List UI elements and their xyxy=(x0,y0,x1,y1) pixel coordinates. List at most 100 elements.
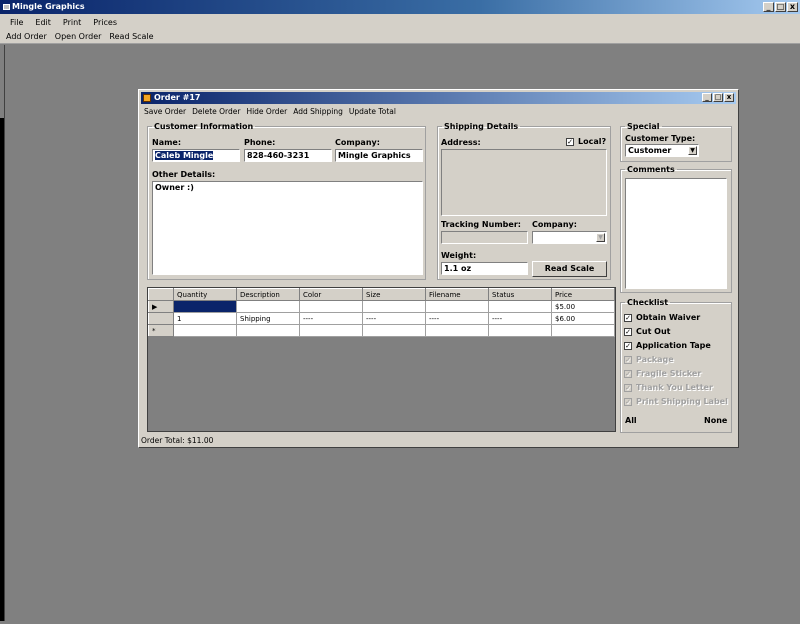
column-header[interactable]: Color xyxy=(299,288,363,301)
weight-field[interactable]: 1.1 oz xyxy=(441,262,528,275)
local-checkbox[interactable]: ✓ Local? xyxy=(566,137,606,146)
company-field[interactable]: Mingle Graphics xyxy=(335,149,423,162)
table-cell[interactable] xyxy=(488,300,552,313)
minimize-button[interactable]: _ xyxy=(763,2,774,12)
checkbox-box[interactable]: ✓ xyxy=(624,341,632,350)
check-none-link[interactable]: None xyxy=(704,416,727,425)
checklist-item-thank-you-letter: ✓ Thank You Letter xyxy=(624,383,713,392)
name-label: Name: xyxy=(152,138,182,147)
table-cell[interactable] xyxy=(236,300,300,313)
comments-legend: Comments xyxy=(627,165,675,174)
table-row[interactable]: ▶ $5.00 xyxy=(148,300,615,313)
table-row[interactable]: 1 Shipping ---- ---- ---- ---- $6.00 xyxy=(148,312,615,325)
customer-type-value: Customer xyxy=(628,146,672,155)
table-cell[interactable]: $5.00 xyxy=(551,300,615,313)
row-header[interactable] xyxy=(148,312,174,325)
checklist-item-fragile-sticker: ✓ Fragile Sticker xyxy=(624,369,701,378)
table-cell[interactable]: 1 xyxy=(173,312,237,325)
name-value: Caleb Mingle xyxy=(155,151,214,160)
app-title-bar[interactable]: Mingle Graphics _ □ x xyxy=(0,0,800,14)
table-cell[interactable] xyxy=(299,300,363,313)
tracking-number-field[interactable] xyxy=(441,231,528,244)
checklist-item-obtain-waiver[interactable]: ✓ Obtain Waiver xyxy=(624,313,700,322)
order-window-title: Order #17 xyxy=(154,93,201,102)
shipping-company-select[interactable]: ▼ xyxy=(532,231,607,244)
table-cell[interactable] xyxy=(299,324,363,337)
column-header[interactable]: Description xyxy=(236,288,300,301)
read-scale-toolbar-button[interactable]: Read Scale xyxy=(105,32,157,41)
checkbox-box[interactable]: ✓ xyxy=(624,313,632,322)
table-row-new[interactable]: * xyxy=(148,324,615,337)
table-cell[interactable]: Shipping xyxy=(236,312,300,325)
order-items-grid: Quantity Description Color Size Filename… xyxy=(147,287,616,432)
comments-field[interactable] xyxy=(625,178,727,289)
address-field[interactable] xyxy=(441,149,607,216)
table-cell[interactable] xyxy=(488,324,552,337)
app-title: Mingle Graphics xyxy=(12,2,85,11)
column-header[interactable]: Status xyxy=(488,288,552,301)
current-row-icon[interactable]: ▶ xyxy=(148,300,174,313)
open-order-button[interactable]: Open Order xyxy=(51,32,106,41)
checkbox-box[interactable]: ✓ xyxy=(624,327,632,336)
menu-print[interactable]: Print xyxy=(57,18,87,27)
column-header[interactable]: Filename xyxy=(425,288,489,301)
table-cell[interactable] xyxy=(236,324,300,337)
hide-order-button[interactable]: Hide Order xyxy=(243,107,290,116)
table-cell[interactable] xyxy=(425,300,489,313)
column-header[interactable]: Quantity xyxy=(173,288,237,301)
add-order-button[interactable]: Add Order xyxy=(2,32,51,41)
table-cell[interactable] xyxy=(362,300,426,313)
order-toolbar: Save Order Delete Order Hide Order Add S… xyxy=(141,105,399,117)
other-details-label: Other Details: xyxy=(152,170,216,179)
weight-label: Weight: xyxy=(441,251,477,260)
read-scale-button[interactable]: Read Scale xyxy=(532,261,607,277)
restore-button[interactable]: □ xyxy=(775,2,786,12)
local-checkbox-box[interactable]: ✓ xyxy=(566,137,574,146)
checkbox-box: ✓ xyxy=(624,383,632,392)
table-cell[interactable] xyxy=(173,300,237,313)
order-close-button[interactable]: x xyxy=(724,93,734,102)
checklist-item-cut-out[interactable]: ✓ Cut Out xyxy=(624,327,671,336)
checklist-item-print-shipping-label: ✓ Print Shipping Label xyxy=(624,397,728,406)
table-cell[interactable]: ---- xyxy=(488,312,552,325)
menu-edit[interactable]: Edit xyxy=(29,18,57,27)
chevron-down-icon[interactable]: ▼ xyxy=(688,146,697,155)
customer-type-select[interactable]: Customer ▼ xyxy=(625,144,699,157)
menu-prices[interactable]: Prices xyxy=(87,18,123,27)
address-label: Address: xyxy=(441,138,481,147)
table-cell[interactable]: $6.00 xyxy=(551,312,615,325)
table-cell[interactable]: ---- xyxy=(299,312,363,325)
table-cell[interactable] xyxy=(173,324,237,337)
delete-order-button[interactable]: Delete Order xyxy=(189,107,243,116)
update-total-button[interactable]: Update Total xyxy=(346,107,399,116)
chevron-down-icon[interactable]: ▼ xyxy=(596,233,605,242)
shipping-details-legend: Shipping Details xyxy=(444,122,519,131)
table-cell[interactable] xyxy=(425,324,489,337)
new-row-icon[interactable]: * xyxy=(148,324,174,337)
menu-bar: File Edit Print Prices xyxy=(0,14,800,30)
column-header[interactable]: Price xyxy=(551,288,615,301)
checkbox-box: ✓ xyxy=(624,355,632,364)
order-window-title-bar[interactable]: Order #17 _ □ x xyxy=(141,92,736,104)
check-all-link[interactable]: All xyxy=(625,416,637,425)
checklist-legend: Checklist xyxy=(627,298,669,307)
add-shipping-button[interactable]: Add Shipping xyxy=(290,107,346,116)
table-cell[interactable] xyxy=(551,324,615,337)
phone-label: Phone: xyxy=(244,138,276,147)
other-details-field[interactable]: Owner :) xyxy=(152,181,423,275)
checklist-item-label: Thank You Letter xyxy=(636,383,713,392)
table-cell[interactable]: ---- xyxy=(425,312,489,325)
checklist-item-label: Print Shipping Label xyxy=(636,397,728,406)
order-minimize-button[interactable]: _ xyxy=(702,93,712,102)
close-button[interactable]: x xyxy=(787,2,798,12)
table-cell[interactable] xyxy=(362,324,426,337)
name-field[interactable]: Caleb Mingle xyxy=(152,149,240,162)
grid-corner xyxy=(148,288,174,301)
menu-file[interactable]: File xyxy=(4,18,29,27)
table-cell[interactable]: ---- xyxy=(362,312,426,325)
order-maximize-button[interactable]: □ xyxy=(713,93,723,102)
phone-field[interactable]: 828-460-3231 xyxy=(244,149,332,162)
checklist-item-application-tape[interactable]: ✓ Application Tape xyxy=(624,341,711,350)
column-header[interactable]: Size xyxy=(362,288,426,301)
save-order-button[interactable]: Save Order xyxy=(141,107,189,116)
